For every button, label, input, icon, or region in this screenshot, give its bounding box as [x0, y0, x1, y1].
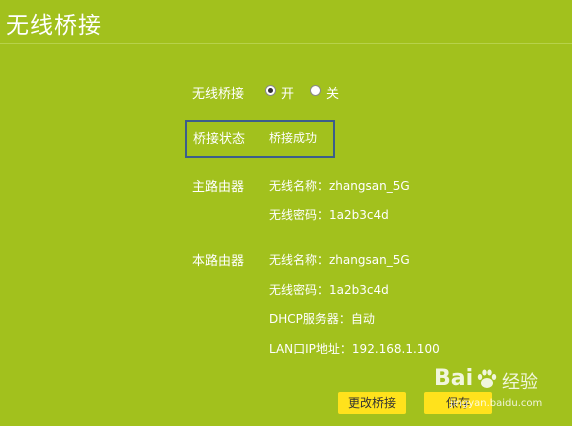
status-value: 桥接成功	[269, 131, 318, 145]
bridge-off-radio[interactable]	[310, 85, 321, 96]
title-divider	[0, 43, 572, 44]
bridge-off-label[interactable]: 关	[326, 83, 339, 102]
local-router-ssid: 无线名称：zhangsan_5G	[269, 253, 410, 267]
bridge-on-radio[interactable]	[265, 85, 276, 96]
bridge-label: 无线桥接	[192, 87, 245, 102]
main-router-ssid: 无线名称：zhangsan_5G	[269, 179, 410, 193]
watermark-url: jingyan.baidu.com	[450, 398, 543, 409]
watermark-brand-cn: 经验	[502, 372, 538, 393]
main-router-password: 无线密码：1a2b3c4d	[269, 208, 389, 222]
local-router-password: 无线密码：1a2b3c4d	[269, 283, 389, 297]
baidu-jingyan-watermark: Bai 经验 jingyan.baidu.com	[434, 366, 564, 412]
change-bridge-button[interactable]: 更改桥接	[338, 392, 406, 414]
page-title: 无线桥接	[6, 13, 102, 39]
local-router-dhcp: DHCP服务器：自动	[269, 312, 375, 326]
local-router-lan-ip: LAN口IP地址：192.168.1.100	[269, 342, 440, 356]
local-router-label: 本路由器	[192, 254, 245, 269]
bridge-on-label[interactable]: 开	[281, 83, 294, 102]
watermark-brand: Bai	[434, 366, 474, 391]
main-router-label: 主路由器	[192, 180, 245, 195]
paw-icon	[477, 369, 497, 388]
status-label: 桥接状态	[193, 132, 246, 147]
